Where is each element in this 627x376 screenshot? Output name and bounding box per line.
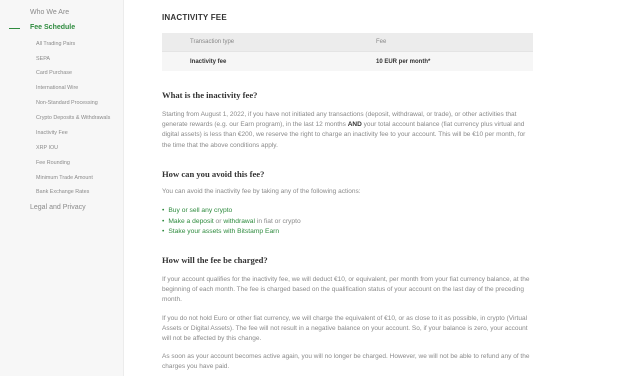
paragraph-charged-2: If you do not hold Euro or other fiat cu… [162, 315, 528, 343]
section-title: INACTIVITY FEE [162, 13, 227, 22]
link-stake-assets[interactable]: Stake your assets with Bitstamp Earn [168, 228, 279, 235]
nav-xrp-iou[interactable]: XRP IOU [36, 145, 58, 151]
sidebar: Who We Are Fee Schedule All Trading Pair… [0, 0, 124, 376]
cell-transaction-type: Inactivity fee [190, 58, 227, 65]
nav-non-standard-processing[interactable]: Non-Standard Processing [36, 100, 98, 106]
nav-who-we-are[interactable]: Who We Are [30, 9, 69, 16]
text-fiat-crypto: in fiat or crypto [254, 217, 301, 225]
text-or: or [213, 217, 224, 225]
list-item: • Stake your assets with Bitstamp Earn [162, 227, 301, 238]
heading-what-is-fee: What is the inactivity fee? [162, 90, 258, 100]
paragraph-charged-1: If your account qualifies for the inacti… [162, 276, 530, 304]
nav-minimum-trade-amount[interactable]: Minimum Trade Amount [36, 175, 93, 181]
nav-bank-exchange-rates[interactable]: Bank Exchange Rates [36, 189, 89, 195]
nav-legal-and-privacy[interactable]: Legal and Privacy [30, 204, 86, 211]
table-header: Transaction type Fee [162, 33, 533, 51]
nav-card-purchase[interactable]: Card Purchase [36, 70, 72, 76]
nav-all-trading-pairs[interactable]: All Trading Pairs [36, 41, 75, 47]
list-item: • Make a deposit or withdrawal in fiat or… [162, 217, 301, 228]
heading-how-charged: How will the fee be charged? [162, 255, 268, 265]
nav-international-wire[interactable]: International Wire [36, 85, 78, 91]
emphasis-and: AND [347, 121, 362, 129]
cell-fee: 10 EUR per month* [376, 58, 431, 65]
fee-table: Transaction type Fee Inactivity fee 10 E… [162, 33, 533, 71]
bullet-icon: • [162, 217, 165, 225]
paragraph-charged-3: As soon as your account becomes active a… [162, 353, 530, 371]
avoid-actions-list: • Buy or sell any crypto • Make a deposit … [162, 206, 301, 238]
paragraph-what-is-fee: Starting from August 1, 2022, if you hav… [162, 110, 534, 151]
paragraph-avoid-intro: You can avoid the inactivity fee by taki… [162, 188, 361, 195]
nav-fee-schedule[interactable]: Fee Schedule [30, 24, 75, 31]
bullet-icon: • [162, 228, 165, 236]
link-make-deposit[interactable]: Make a deposit [168, 218, 213, 225]
nav-sepa[interactable]: SEPA [36, 56, 50, 62]
list-item: • Buy or sell any crypto [162, 206, 301, 217]
table-row: Inactivity fee 10 EUR per month* [162, 51, 533, 71]
nav-fee-rounding[interactable]: Fee Rounding [36, 160, 70, 166]
heading-avoid-fee: How can you avoid this fee? [162, 169, 265, 179]
header-transaction-type: Transaction type [190, 39, 235, 45]
active-indicator [9, 28, 20, 29]
nav-crypto-deposits-withdrawals[interactable]: Crypto Deposits & Withdrawals [36, 115, 110, 121]
nav-inactivity-fee[interactable]: Inactivity Fee [36, 130, 68, 136]
header-fee: Fee [376, 39, 387, 45]
link-buy-sell-crypto[interactable]: Buy or sell any crypto [168, 207, 232, 214]
bullet-icon: • [162, 207, 165, 214]
link-withdrawal[interactable]: withdrawal [223, 218, 255, 225]
